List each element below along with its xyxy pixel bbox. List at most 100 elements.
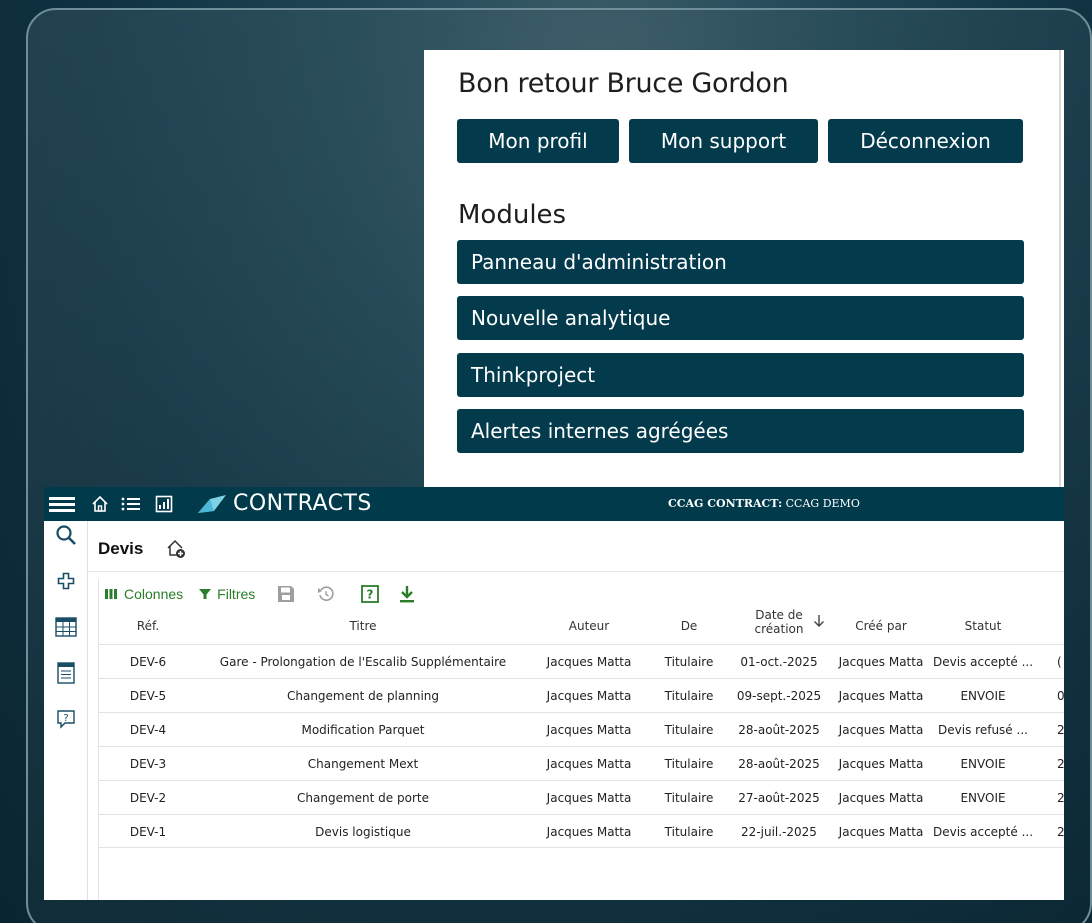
filters-label: Filtres	[217, 586, 256, 602]
sort-down-icon[interactable]	[811, 614, 827, 631]
hamburger-icon[interactable]	[48, 494, 76, 514]
module-admin-panel[interactable]: Panneau d'administration	[457, 240, 1024, 284]
header-ref[interactable]: Réf.	[99, 619, 197, 633]
cell-titre: Gare - Prolongation de l'Escalib Supplém…	[219, 655, 507, 669]
brand-logo-icon	[196, 494, 228, 514]
title-divider	[88, 571, 1064, 572]
cell-date: 09-sept.-2025	[736, 689, 822, 703]
cell-statut: ENVOIE	[960, 757, 1006, 771]
help-chat-icon[interactable]: ?	[54, 707, 78, 731]
list-icon[interactable]	[121, 494, 141, 514]
cell-titre: Changement de porte	[297, 791, 429, 805]
cell-de: Titulaire	[664, 655, 714, 669]
search-icon[interactable]	[54, 523, 78, 547]
cell-cree-par: Jacques Matta	[838, 655, 924, 669]
cell-cree-par: Jacques Matta	[838, 791, 924, 805]
header-cree-par[interactable]: Créé par	[829, 619, 933, 633]
header-statut[interactable]: Statut	[933, 619, 1033, 633]
cell-date: 22-juil.-2025	[741, 825, 817, 839]
cell-auteur: Jacques Matta	[546, 689, 632, 703]
modules-heading: Modules	[458, 200, 567, 230]
cell-titre: Changement de planning	[286, 689, 440, 703]
cell-auteur: Jacques Matta	[546, 655, 632, 669]
columns-icon	[105, 589, 117, 599]
top-navigation-bar: CONTRACTS CCAG CONTRACT: CCAG DEMO	[44, 487, 1064, 521]
cell-de: Titulaire	[664, 689, 714, 703]
table-icon[interactable]	[54, 615, 78, 639]
cell-cree-par: Jacques Matta	[838, 825, 924, 839]
contract-info: CCAG CONTRACT: CCAG DEMO	[668, 497, 860, 510]
cell-titre: Devis logistique	[315, 825, 411, 839]
cell-ref: DEV-2	[129, 791, 167, 805]
cell-statut: Devis refusé ...	[938, 723, 1028, 737]
cell-ref: DEV-3	[129, 757, 167, 771]
reset-icon[interactable]	[317, 585, 335, 603]
filter-icon	[199, 589, 212, 599]
cell-ref: DEV-6	[129, 655, 167, 669]
cell-auteur: Jacques Matta	[546, 825, 632, 839]
cell-date: 27-août-2025	[738, 791, 820, 805]
header-auteur[interactable]: Auteur	[529, 619, 649, 633]
cell-date: 01-oct.-2025	[740, 655, 818, 669]
welcome-panel: Bon retour Bruce Gordon Mon profil Mon s…	[424, 50, 1064, 487]
profile-button[interactable]: Mon profil	[457, 119, 619, 163]
add-icon[interactable]	[54, 569, 78, 593]
cell-truncated: (	[1057, 655, 1062, 669]
cell-de: Titulaire	[664, 723, 714, 737]
contracts-app: CONTRACTS CCAG CONTRACT: CCAG DEMO ? Dev…	[44, 487, 1065, 900]
module-thinkproject[interactable]: Thinkproject	[457, 353, 1024, 397]
svg-text:?: ?	[63, 713, 68, 724]
cell-cree-par: Jacques Matta	[838, 689, 924, 703]
table-row[interactable]: DEV-2 Changement de porte Jacques Matta …	[99, 780, 1065, 814]
account-button-row: Mon profil Mon support Déconnexion	[457, 119, 1023, 163]
cell-truncated: 2	[1057, 723, 1065, 737]
cell-statut: ENVOIE	[960, 689, 1006, 703]
cell-cree-par: Jacques Matta	[838, 723, 924, 737]
cell-auteur: Jacques Matta	[546, 791, 632, 805]
contract-label: CCAG CONTRACT:	[668, 497, 783, 510]
panel-divider	[1059, 50, 1061, 487]
table-row[interactable]: DEV-6 Gare - Prolongation de l'Escalib S…	[99, 644, 1064, 678]
svg-text:?: ?	[367, 588, 374, 602]
support-button[interactable]: Mon support	[629, 119, 818, 163]
save-icon[interactable]	[277, 585, 295, 603]
header-de[interactable]: De	[649, 619, 729, 633]
contract-value: CCAG DEMO	[785, 497, 860, 510]
document-icon[interactable]	[54, 661, 78, 685]
cell-statut: ENVOIE	[960, 791, 1006, 805]
download-icon[interactable]	[399, 585, 415, 603]
table-header: Réf. Titre Auteur De Date de création Cr…	[99, 608, 1064, 644]
cell-de: Titulaire	[664, 791, 714, 805]
cell-statut: Devis accepté ...	[933, 825, 1033, 839]
cell-ref: DEV-1	[129, 825, 167, 839]
cell-statut: Devis accepté ...	[933, 655, 1033, 669]
table-row[interactable]: DEV-3 Changement Mext Jacques Matta Titu…	[99, 746, 1065, 780]
table-row[interactable]: DEV-1 Devis logistique Jacques Matta Tit…	[99, 814, 1065, 848]
header-titre[interactable]: Titre	[197, 619, 529, 633]
logout-button[interactable]: Déconnexion	[828, 119, 1023, 163]
table-body: DEV-6 Gare - Prolongation de l'Escalib S…	[99, 644, 1065, 848]
help-icon[interactable]: ?	[361, 585, 380, 603]
page-title: Devis	[98, 539, 144, 558]
cell-date: 28-août-2025	[738, 757, 820, 771]
table-row[interactable]: DEV-5 Changement de planning Jacques Mat…	[99, 678, 1065, 712]
columns-label: Colonnes	[124, 586, 184, 602]
module-new-analytics[interactable]: Nouvelle analytique	[457, 296, 1024, 340]
grid-toolbar: Colonnes Filtres ?	[104, 583, 415, 605]
add-to-home-icon[interactable]	[166, 539, 186, 559]
cell-truncated: 2	[1057, 757, 1065, 771]
brand-name: CONTRACTS	[233, 491, 372, 516]
module-internal-alerts[interactable]: Alertes internes agrégées	[457, 409, 1024, 453]
home-icon[interactable]	[90, 494, 110, 514]
welcome-greeting: Bon retour Bruce Gordon	[458, 68, 789, 99]
report-icon[interactable]	[154, 494, 174, 514]
cell-truncated: 0	[1057, 689, 1065, 703]
cell-truncated: 2	[1057, 825, 1065, 839]
table-row[interactable]: DEV-4 Modification Parquet Jacques Matta…	[99, 712, 1065, 746]
cell-cree-par: Jacques Matta	[838, 757, 924, 771]
cell-auteur: Jacques Matta	[546, 757, 632, 771]
cell-truncated: 2	[1057, 791, 1065, 805]
cell-de: Titulaire	[664, 757, 714, 771]
columns-button[interactable]: Colonnes	[104, 586, 183, 602]
filters-button[interactable]: Filtres	[199, 586, 255, 602]
